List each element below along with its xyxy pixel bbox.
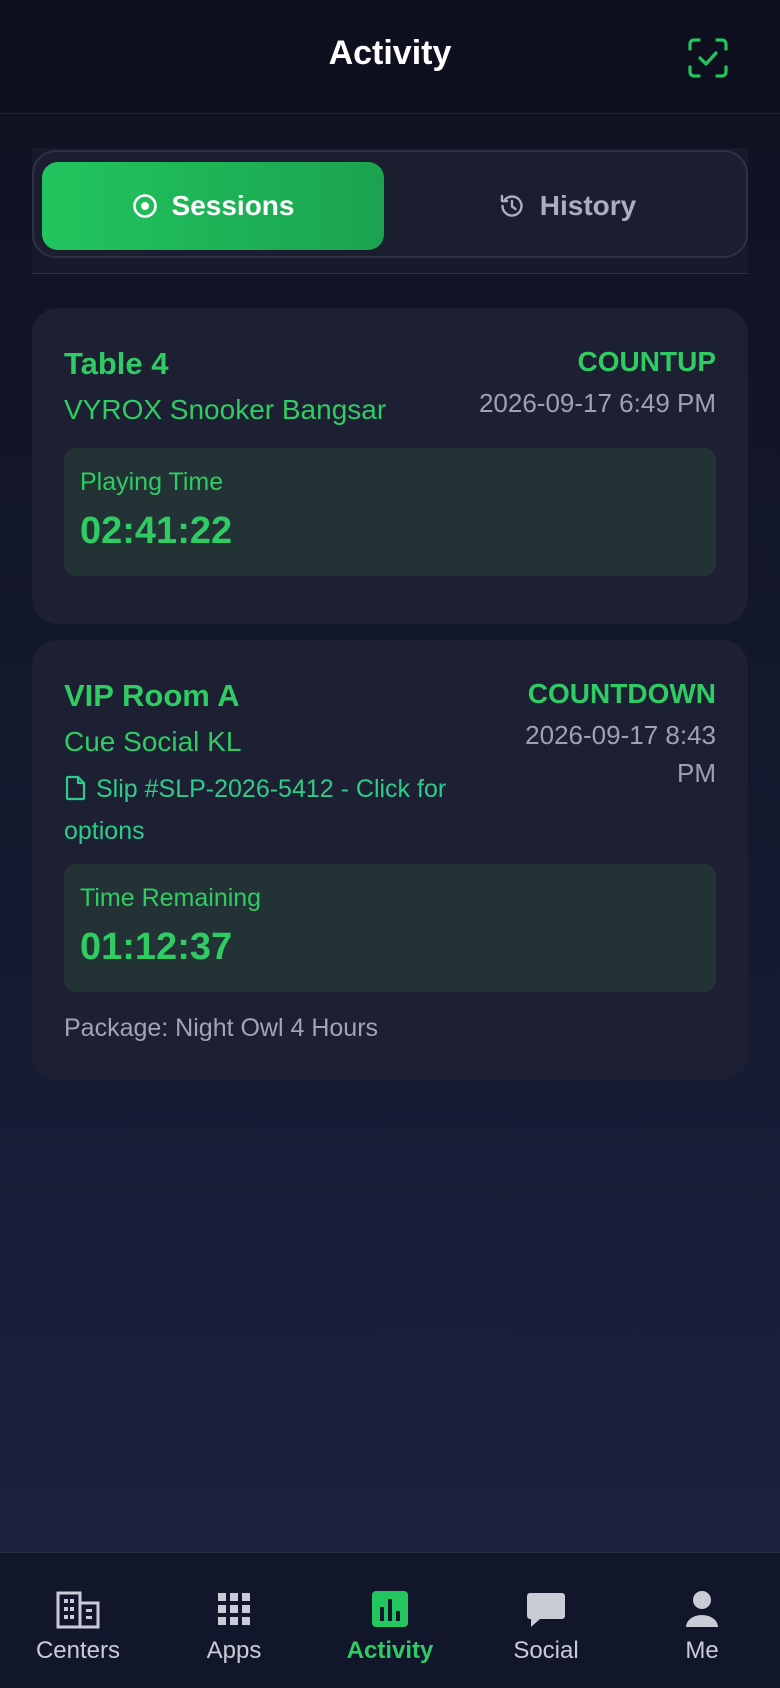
session-datetime: 2026-09-17 8:43 PM — [525, 716, 716, 792]
session-card[interactable]: VIP Room A Cue Social KL COUNTDOWN 2026-… — [32, 640, 748, 1080]
person-icon — [686, 1591, 718, 1627]
nav-item-activity[interactable]: Activity — [312, 1589, 468, 1665]
bar-chart-icon — [372, 1591, 408, 1627]
timer-label: Time Remaining — [80, 884, 262, 912]
timer-panel: Playing Time 02:41:22 — [64, 448, 716, 576]
session-datetime-line2: PM — [677, 758, 716, 788]
nav-item-apps[interactable]: Apps — [156, 1589, 312, 1665]
radio-target-icon — [132, 194, 157, 218]
nav-item-centers[interactable]: Centers — [0, 1589, 156, 1665]
tab-sessions[interactable]: Sessions — [42, 162, 384, 250]
scan-button[interactable] — [686, 36, 730, 80]
timer-panel: Time Remaining 01:12:37 — [64, 864, 716, 992]
session-venue: Cue Social KL — [64, 726, 242, 757]
package-info: Package: Night Owl 4 Hours — [64, 1014, 379, 1042]
session-datetime: 2026-09-17 6:49 PM — [478, 388, 716, 418]
tab-bar-container: Sessions History — [32, 148, 748, 274]
tab-history[interactable]: History — [394, 162, 740, 250]
nav-label: Apps — [206, 1637, 262, 1664]
session-card[interactable]: Table 4 VYROX Snooker Bangsar COUNTUP 20… — [32, 308, 748, 624]
nav-label: Me — [685, 1637, 719, 1664]
segmented-control: Sessions History — [32, 150, 748, 258]
history-icon — [500, 194, 523, 217]
slip-link[interactable]: Slip #SLP-2026-5412 - Click for options — [64, 770, 504, 850]
session-mode-badge: COUNTUP — [577, 346, 716, 377]
session-venue: VYROX Snooker Bangsar — [64, 394, 387, 425]
nav-label: Centers — [35, 1637, 121, 1664]
session-datetime-line1: 2026-09-17 8:43 — [525, 720, 716, 750]
session-title: VIP Room A — [64, 678, 240, 713]
nav-label: Activity — [346, 1637, 434, 1664]
chat-bubble-icon — [527, 1593, 565, 1627]
nav-label: Social — [513, 1637, 579, 1664]
document-icon — [64, 774, 88, 812]
nav-item-social[interactable]: Social — [468, 1589, 624, 1665]
timer-label: Playing Time — [80, 468, 224, 496]
timer-value: 02:41:22 — [80, 510, 233, 552]
building-icon — [56, 1591, 100, 1629]
grid-icon — [218, 1593, 250, 1625]
tab-sessions-label: Sessions — [171, 190, 295, 221]
page-title: Activity — [328, 34, 452, 72]
session-title: Table 4 — [64, 346, 169, 381]
tab-history-label: History — [539, 190, 637, 221]
app-header: Activity — [0, 0, 780, 114]
slip-text-line1: Slip #SLP-2026-5412 - Click for — [96, 775, 447, 803]
bottom-navigation: Centers Apps Activity Social Me — [0, 1552, 780, 1688]
scan-check-icon — [688, 38, 728, 78]
slip-text-line2: options — [64, 817, 145, 845]
session-mode-badge: COUNTDOWN — [527, 678, 716, 709]
nav-item-me[interactable]: Me — [624, 1589, 780, 1665]
timer-value: 01:12:37 — [80, 926, 233, 968]
